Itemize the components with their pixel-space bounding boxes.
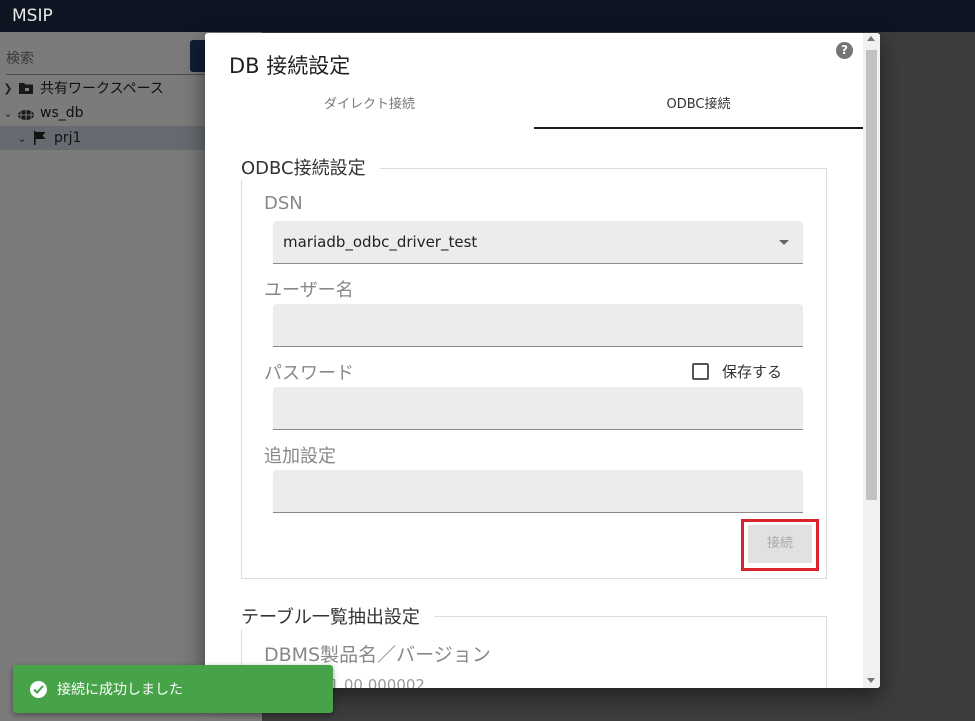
dropdown-caret-icon [779,240,789,245]
password-input[interactable] [273,387,803,430]
snackbar-message: 接続に成功しました [57,682,183,698]
check-circle-icon [30,680,47,698]
odbc-settings-legend: ODBC接続設定 [241,154,380,180]
dialog-title: DB 接続設定 [229,54,351,78]
tab-direct-connection[interactable]: ダイレクト接続 [205,83,534,129]
save-password-checkbox[interactable] [692,363,709,380]
additional-settings-label: 追加設定 [264,446,336,467]
username-label: ユーザー名 [264,280,354,301]
dialog-scrollbar[interactable] [863,33,880,688]
connect-button[interactable]: 接続 [748,525,812,563]
db-connection-dialog: DB 接続設定 ? ダイレクト接続 ODBC接続 ODBC接続設定 DSN ma… [205,33,880,688]
app-title-bar: MSIP [0,0,975,32]
scroll-up-arrow-icon[interactable] [867,36,875,41]
scrollbar-thumb[interactable] [866,50,877,500]
success-snackbar: 接続に成功しました [13,665,333,713]
table-extraction-legend: テーブル一覧抽出設定 [241,603,434,629]
password-label: パスワード [264,363,354,384]
scroll-down-arrow-icon[interactable] [867,678,875,683]
username-input[interactable] [273,304,803,347]
dsn-select[interactable]: mariadb_odbc_driver_test [273,221,803,264]
app-title: MSIP [12,6,53,26]
dsn-selected-value: mariadb_odbc_driver_test [283,233,478,251]
dbms-product-label: DBMS製品名／バージョン [264,644,491,666]
help-icon[interactable]: ? [836,42,853,59]
additional-settings-input[interactable] [273,470,803,513]
tab-odbc-connection[interactable]: ODBC接続 [534,83,863,129]
save-password-label[interactable]: 保存する [722,361,782,382]
connection-tabs: ダイレクト接続 ODBC接続 [205,83,863,129]
dsn-label: DSN [264,193,303,214]
